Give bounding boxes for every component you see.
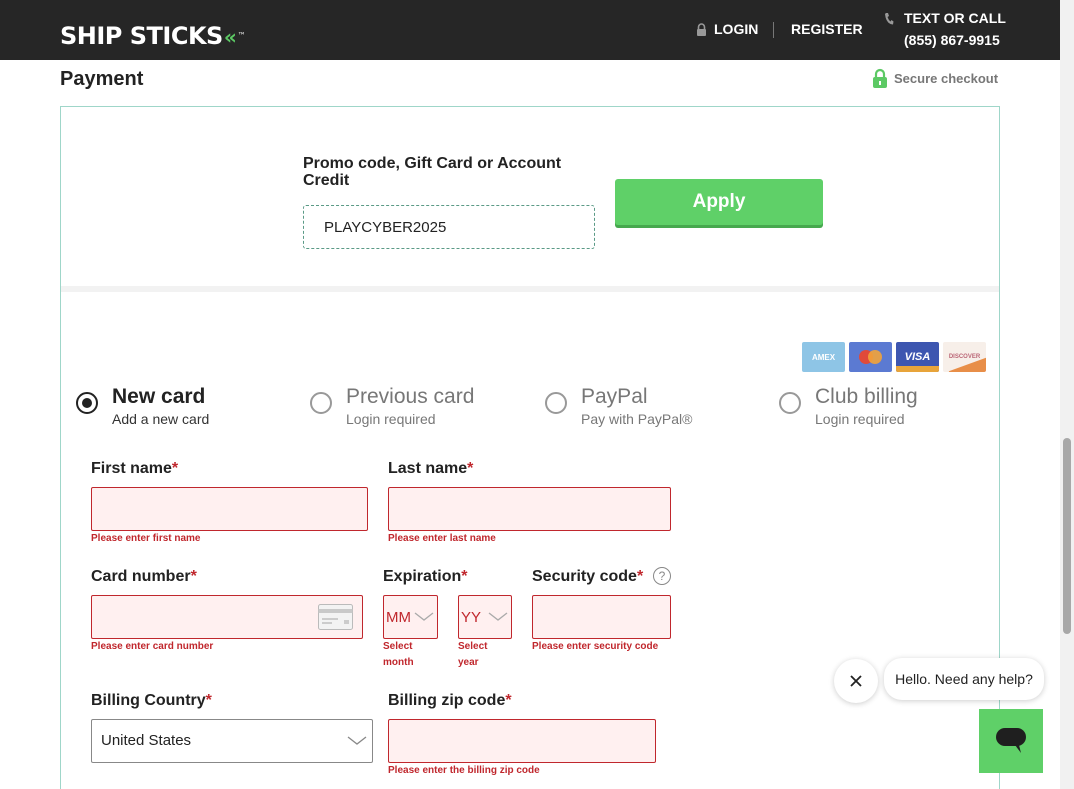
contact-label: TEXT OR CALL: [904, 10, 1006, 26]
section-divider: [61, 286, 999, 292]
card-brand-logos: AMEX VISA DISCOVER: [802, 342, 986, 372]
option-title: Previous card: [346, 385, 475, 408]
visa-icon: VISA: [896, 342, 939, 372]
payment-option-paypal[interactable]: PayPal Pay with PayPal®: [545, 386, 692, 427]
option-title: Club billing: [815, 385, 918, 408]
credit-card-icon: [318, 604, 353, 630]
billing-country-value: United States: [101, 732, 192, 749]
billing-country-select[interactable]: United States: [91, 719, 373, 763]
option-subtitle: Pay with PayPal®: [581, 411, 693, 427]
first-name-error: Please enter first name: [91, 533, 201, 544]
billing-zip-label: Billing zip code*: [388, 692, 512, 709]
payment-option-previous-card[interactable]: Previous card Login required: [310, 386, 474, 427]
radio-club-billing[interactable]: [779, 392, 801, 414]
security-code-input[interactable]: [532, 595, 671, 639]
amex-icon: AMEX: [802, 342, 845, 372]
secure-checkout-badge: Secure checkout: [872, 68, 998, 88]
security-code-label: Security code*: [532, 568, 644, 585]
padlock-icon: [873, 68, 887, 88]
radio-new-card[interactable]: [76, 392, 98, 414]
month-error: Select month: [383, 641, 414, 668]
help-icon[interactable]: ?: [653, 567, 671, 585]
first-name-label: First name*: [91, 460, 179, 477]
chevron-down-icon: [347, 736, 367, 745]
scrollbar-thumb[interactable]: [1063, 438, 1071, 634]
card-number-error: Please enter card number: [91, 641, 214, 652]
billing-zip-input[interactable]: [388, 719, 656, 763]
promo-code-input[interactable]: [303, 205, 595, 249]
year-placeholder: YY: [461, 609, 482, 626]
chat-close-button[interactable]: [834, 659, 878, 703]
ship-sticks-logo[interactable]: SHIP STICKS« ™: [60, 22, 246, 51]
billing-zip-error: Please enter the billing zip code: [388, 765, 540, 776]
last-name-label: Last name*: [388, 460, 474, 477]
contact-info: TEXT OR CALL (855) 867-9915: [884, 7, 1006, 51]
apply-button[interactable]: Apply: [615, 179, 823, 225]
chat-launcher-button[interactable]: [979, 709, 1043, 773]
chevron-down-icon: [488, 612, 508, 621]
login-label: LOGIN: [714, 21, 759, 37]
card-number-label: Card number*: [91, 568, 197, 585]
lock-icon: [697, 22, 706, 36]
secure-checkout-label: Secure checkout: [894, 70, 999, 86]
month-placeholder: MM: [386, 609, 411, 626]
first-name-input[interactable]: [91, 487, 368, 531]
billing-country-label: Billing Country*: [91, 692, 212, 709]
promo-label: Promo code, Gift Card or Account Credit: [303, 155, 562, 189]
page-scrollbar[interactable]: [1060, 0, 1074, 789]
radio-paypal[interactable]: [545, 392, 567, 414]
payment-option-club-billing[interactable]: Club billing Login required: [779, 386, 918, 427]
close-icon: [850, 675, 862, 687]
option-subtitle: Add a new card: [112, 411, 210, 427]
expiration-label: Expiration*: [383, 568, 468, 585]
year-error: Select year: [458, 641, 488, 668]
option-title: PayPal: [581, 385, 648, 408]
phone-icon: [885, 13, 894, 25]
option-subtitle: Login required: [815, 411, 905, 427]
radio-previous-card[interactable]: [310, 392, 332, 414]
chevron-down-icon: [414, 612, 434, 621]
security-code-error: Please enter security code: [532, 641, 659, 652]
mastercard-icon: [849, 342, 892, 372]
register-link[interactable]: REGISTER: [791, 21, 863, 37]
contact-phone[interactable]: (855) 867-9915: [904, 29, 1006, 51]
login-link[interactable]: LOGIN: [696, 21, 758, 37]
brand-trademark: ™: [237, 31, 246, 40]
site-header: SHIP STICKS« ™ LOGIN REGISTER TEXT OR CAL…: [0, 0, 1060, 60]
last-name-input[interactable]: [388, 487, 671, 531]
option-title: New card: [112, 385, 206, 408]
chat-icon: [996, 728, 1026, 753]
option-subtitle: Login required: [346, 411, 436, 427]
page-title: Payment: [60, 68, 144, 90]
header-divider: [773, 22, 774, 38]
brand-name: SHIP STICKS: [60, 22, 223, 50]
discover-icon: DISCOVER: [943, 342, 986, 372]
payment-option-new-card[interactable]: New card Add a new card: [76, 386, 209, 427]
chat-greeting[interactable]: Hello. Need any help?: [884, 658, 1044, 700]
last-name-error: Please enter last name: [388, 533, 496, 544]
brand-chevrons: «: [223, 25, 237, 49]
